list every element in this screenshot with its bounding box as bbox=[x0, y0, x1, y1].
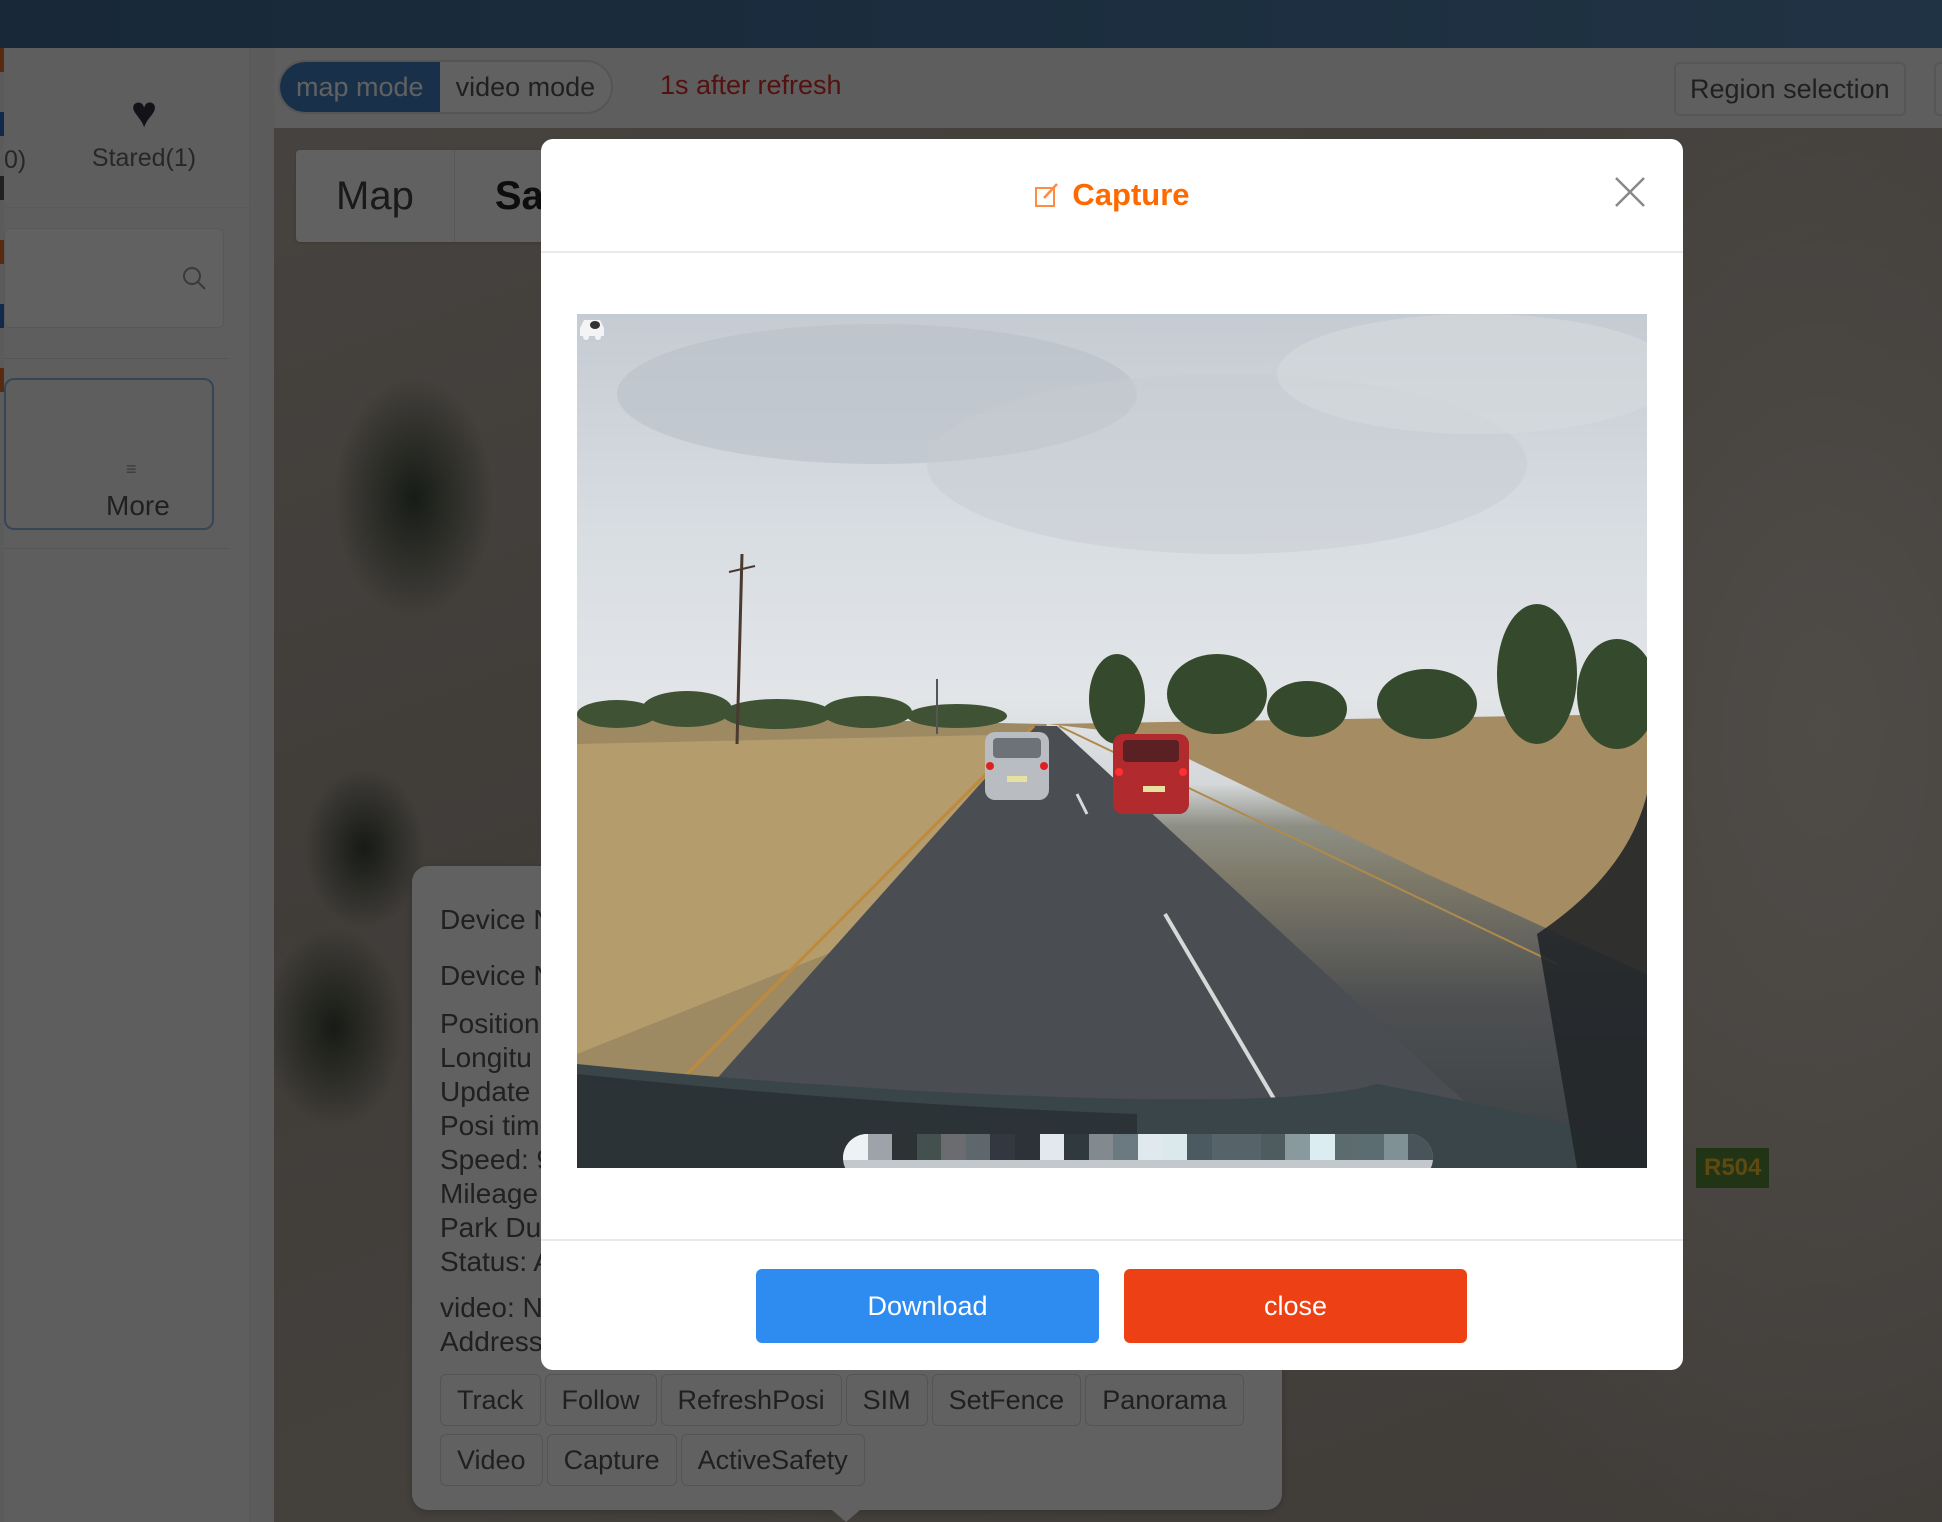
redacted-watermark bbox=[843, 1134, 1433, 1168]
dialog-footer: Download close bbox=[541, 1239, 1683, 1370]
vehicle-watermark-icon bbox=[580, 320, 604, 340]
edit-icon bbox=[1035, 183, 1059, 207]
captured-image bbox=[577, 314, 1647, 1168]
capture-dialog: Capture Download close bbox=[541, 139, 1683, 1370]
dialog-title: Capture bbox=[541, 177, 1683, 213]
close-button[interactable]: close bbox=[1124, 1269, 1467, 1343]
download-button[interactable]: Download bbox=[756, 1269, 1099, 1343]
dialog-title-text: Capture bbox=[1072, 177, 1190, 212]
dashcam-scene bbox=[577, 314, 1647, 1168]
close-icon[interactable] bbox=[1613, 175, 1647, 209]
dialog-header: Capture bbox=[541, 139, 1683, 253]
